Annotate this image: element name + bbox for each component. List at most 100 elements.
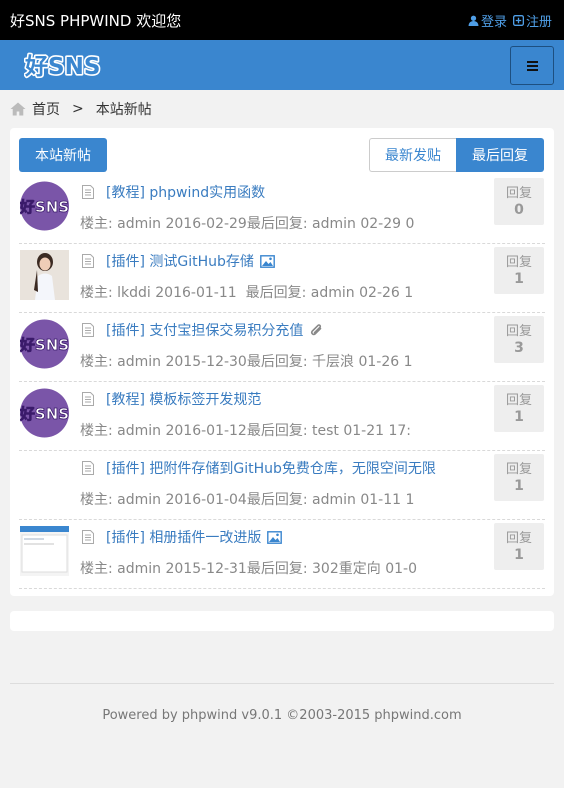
reply-count-box: 回复 1 — [494, 454, 544, 501]
user-icon — [468, 15, 479, 26]
thread-meta: 楼主: admin 2016-01-12最后回复: test 01-21 17: — [80, 420, 429, 440]
sort-toggle-group: 最新发贴 最后回复 — [369, 138, 544, 172]
thread-row[interactable]: 好SNS [插件] 支付宝担保交易积分充值 楼主: admin 2015-12-… — [19, 313, 545, 382]
reply-label: 回复 — [505, 255, 532, 270]
reply-label: 回复 — [505, 531, 532, 546]
thread-author-date: 楼主: admin 2016-01-04 — [80, 492, 247, 508]
thread-row[interactable]: 好SNS [教程] phpwind实用函数 楼主: admin 2016-02-… — [19, 175, 545, 244]
thread-meta: 楼主: admin 2016-02-29最后回复: admin 02-29 0 — [80, 213, 429, 233]
thread-author-date: 楼主: admin 2015-12-30 — [80, 354, 247, 370]
new-posts-button[interactable]: 本站新帖 — [19, 138, 107, 172]
thread-author-date: 楼主: admin 2015-12-31 — [80, 561, 247, 577]
author-avatar[interactable]: 好SNS — [20, 388, 69, 438]
svg-text:好SNS: 好SNS — [24, 54, 100, 79]
document-icon — [82, 392, 94, 406]
thread-last-reply: 最后回复: 302重定向 01-0 — [246, 561, 417, 577]
thread-panel: 本站新帖 最新发贴 最后回复 好SNS [教程] phpwind实用函数 楼主:… — [10, 128, 554, 596]
author-avatar[interactable]: 好SNS — [20, 319, 69, 369]
auth-links: 登录 注册 — [468, 11, 552, 30]
thread-last-reply: 最后回复: test 01-21 17: — [246, 423, 412, 439]
reply-label: 回复 — [505, 324, 532, 339]
image-icon — [267, 530, 283, 544]
document-icon — [82, 254, 94, 268]
thread-title: [插件] 把附件存储到GitHub免费仓库，无限空间无限 — [106, 461, 436, 477]
thread-title-link[interactable]: [教程] phpwind实用函数 — [106, 182, 265, 202]
image-icon — [259, 254, 275, 268]
document-icon — [82, 185, 94, 199]
register-link[interactable]: 注册 — [512, 11, 552, 30]
author-avatar[interactable] — [20, 250, 69, 300]
thread-title-link[interactable]: [插件] 支付宝担保交易积分充值 — [106, 320, 324, 340]
paperclip-icon — [311, 323, 322, 335]
hamburger-icon — [526, 60, 538, 71]
thread-meta: 楼主: admin 2015-12-31最后回复: 302重定向 01-0 — [80, 558, 429, 578]
breadcrumb-current: 本站新帖 — [95, 102, 152, 118]
home-icon — [10, 102, 26, 116]
thread-row[interactable]: [插件] 测试GitHub存储 楼主: lkddi 2016-01-11 最后回复… — [19, 244, 545, 313]
thread-title: [教程] phpwind实用函数 — [106, 185, 266, 201]
thread-meta: 楼主: lkddi 2016-01-11 最后回复: admin 02-26 1 — [80, 282, 429, 302]
welcome-text: 好SNS PHPWIND 欢迎您 — [10, 12, 182, 30]
reply-count: 1 — [514, 547, 524, 563]
reply-count: 1 — [514, 478, 524, 494]
author-avatar[interactable]: 好SNS — [20, 181, 69, 231]
thread-row[interactable]: 好SNS [教程] 模板标签开发规范 楼主: admin 2016-01-12最… — [19, 382, 545, 451]
reply-count: 1 — [514, 409, 524, 425]
breadcrumb-separator: > — [72, 101, 84, 117]
login-label: 登录 — [480, 15, 507, 30]
thread-last-reply: 最后回复: admin 01-11 1 — [246, 492, 415, 508]
register-icon — [512, 15, 524, 26]
thread-title-link[interactable]: [插件] 测试GitHub存储 — [106, 251, 275, 271]
author-avatar[interactable] — [20, 526, 69, 576]
document-icon — [82, 323, 94, 337]
register-label: 注册 — [525, 15, 552, 30]
reply-count-box: 回复 1 — [494, 247, 544, 294]
svg-text:好SNS: 好SNS — [20, 336, 69, 354]
reply-count-box: 回复 3 — [494, 316, 544, 363]
thread-row[interactable]: [插件] 相册插件一改进版 楼主: admin 2015-12-31最后回复: … — [19, 520, 545, 589]
svg-text:好SNS: 好SNS — [20, 405, 69, 423]
sort-latest-reply-button[interactable]: 最后回复 — [456, 138, 544, 172]
thread-title: [插件] 支付宝担保交易积分充值 — [106, 323, 304, 339]
thread-list: 好SNS [教程] phpwind实用函数 楼主: admin 2016-02-… — [19, 175, 545, 589]
logo-graphic: 好SNS 好SNS — [22, 52, 102, 81]
reply-count-box: 回复 0 — [494, 178, 544, 225]
svg-text:好SNS: 好SNS — [20, 198, 69, 216]
thread-meta: 楼主: admin 2016-01-04最后回复: admin 01-11 1 — [80, 489, 429, 509]
thread-title: [教程] 模板标签开发规范 — [106, 392, 262, 408]
secondary-panel — [10, 611, 554, 631]
menu-toggle-button[interactable] — [510, 46, 554, 85]
nav-bar: 好SNS 好SNS — [0, 40, 564, 90]
reply-count: 3 — [514, 340, 524, 356]
thread-last-reply: 最后回复: admin 02-29 0 — [246, 216, 415, 232]
document-icon — [82, 461, 94, 475]
sort-latest-post-button[interactable]: 最新发贴 — [369, 138, 456, 172]
reply-count-box: 回复 1 — [494, 523, 544, 570]
thread-title-link[interactable]: [插件] 相册插件一改进版 — [106, 527, 283, 547]
thread-last-reply: 最后回复: admin 02-26 1 — [245, 285, 414, 301]
thread-author-date: 楼主: lkddi 2016-01-11 — [80, 285, 237, 301]
reply-label: 回复 — [505, 186, 532, 201]
reply-label: 回复 — [505, 462, 532, 477]
thread-author-date: 楼主: admin 2016-02-29 — [80, 216, 247, 232]
thread-author-date: 楼主: admin 2016-01-12 — [80, 423, 247, 439]
thread-row[interactable]: [插件] 把附件存储到GitHub免费仓库，无限空间无限 楼主: admin 2… — [19, 451, 545, 520]
site-logo[interactable]: 好SNS 好SNS — [22, 51, 128, 83]
footer-divider — [10, 683, 554, 684]
breadcrumb-home[interactable]: 首页 — [32, 99, 60, 119]
breadcrumb: 首页 > 本站新帖 — [10, 99, 152, 119]
thread-title-link[interactable]: [教程] 模板标签开发规范 — [106, 389, 261, 409]
thread-last-reply: 最后回复: 千层浪 01-26 1 — [246, 354, 413, 370]
reply-label: 回复 — [505, 393, 532, 408]
thread-title: [插件] 相册插件一改进版 — [106, 530, 262, 546]
document-icon — [82, 530, 94, 544]
thread-title-link[interactable]: [插件] 把附件存储到GitHub免费仓库，无限空间无限 — [106, 458, 436, 478]
footer-text: Powered by phpwind v9.0.1 ©2003-2015 php… — [102, 708, 462, 723]
reply-count-box: 回复 1 — [494, 385, 544, 432]
reply-count: 1 — [514, 271, 524, 287]
login-link[interactable]: 登录 — [468, 11, 507, 30]
top-bar: 好SNS PHPWIND 欢迎您 登录 注册 — [0, 0, 564, 40]
reply-count: 0 — [514, 202, 524, 218]
thread-title: [插件] 测试GitHub存储 — [106, 254, 254, 270]
thread-meta: 楼主: admin 2015-12-30最后回复: 千层浪 01-26 1 — [80, 351, 429, 371]
